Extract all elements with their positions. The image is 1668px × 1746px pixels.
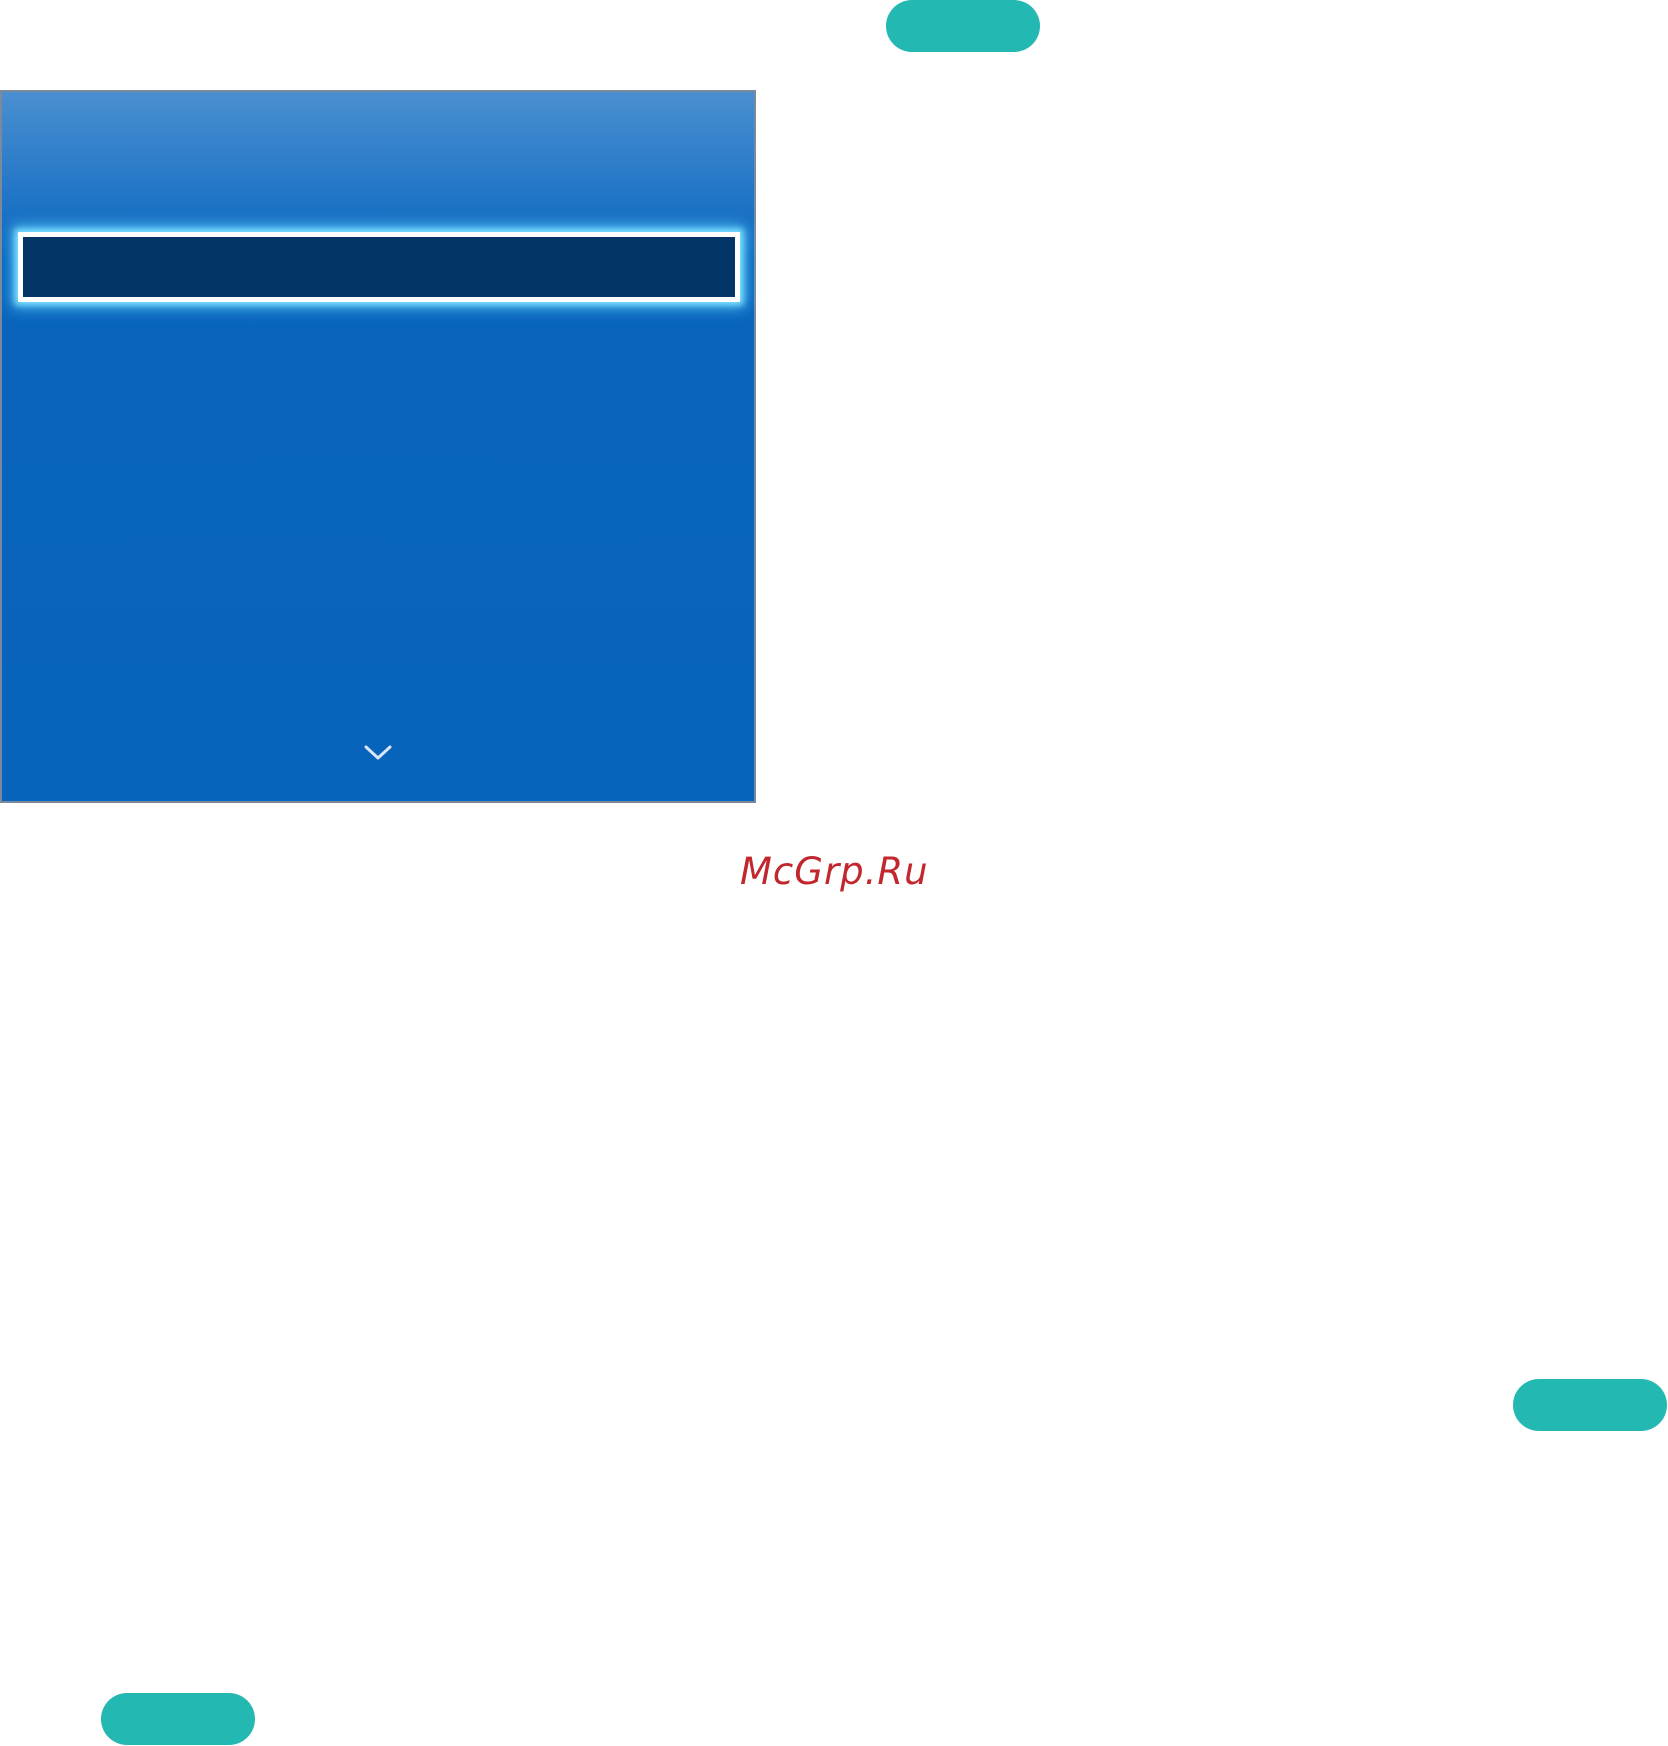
section-tab-pill [1513,1379,1667,1431]
tv-menu-panel [0,90,756,803]
watermark-text: McGrp.Ru [740,850,929,893]
menu-item-selected[interactable] [18,232,740,302]
section-tab-pill [886,0,1040,52]
chevron-down-icon[interactable] [362,743,394,763]
section-tab-pill [101,1693,255,1745]
tv-menu-header [2,92,754,227]
